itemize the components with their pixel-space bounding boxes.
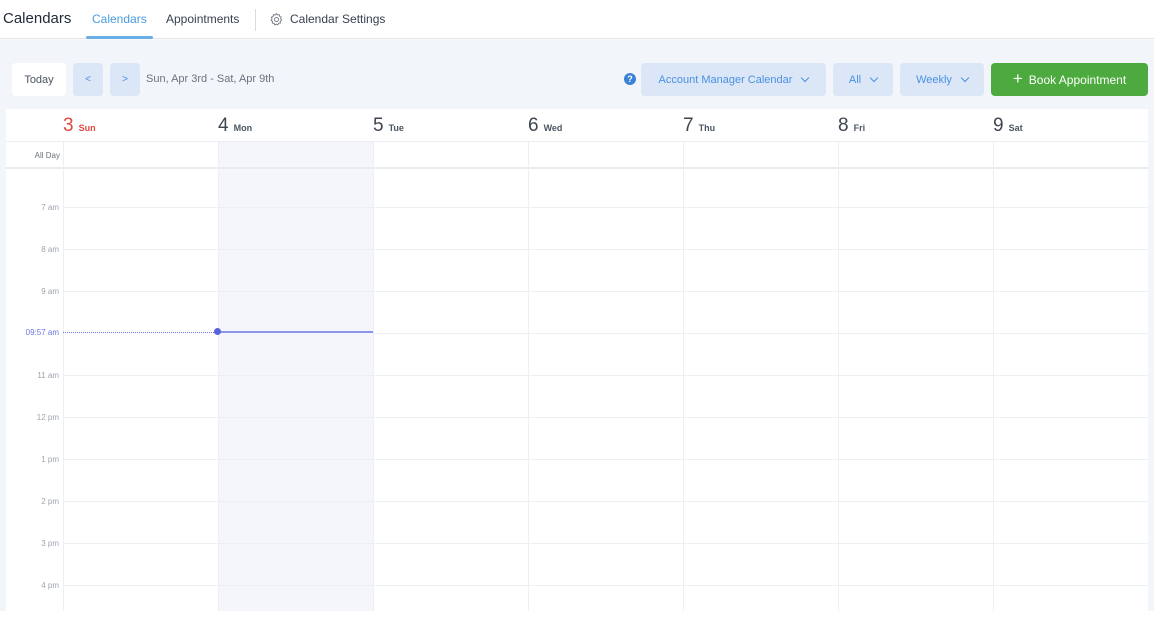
week-calendar-grid: 3 Sun 4 Mon 5 Tue 6 Wed 7 Thu 8 Fri 9 Sa… bbox=[6, 109, 1148, 611]
column-divider bbox=[838, 142, 839, 611]
all-day-row[interactable] bbox=[6, 142, 1148, 169]
hour-label: 8 am bbox=[41, 245, 59, 254]
view-select[interactable]: Weekly bbox=[900, 63, 984, 96]
chevron-down-icon bbox=[960, 73, 970, 83]
day-name: Fri bbox=[853, 123, 866, 133]
hour-gridline bbox=[63, 375, 1148, 376]
prev-week-button[interactable]: < bbox=[73, 63, 103, 96]
calendar-select[interactable]: Account Manager Calendar bbox=[641, 63, 826, 96]
day-header-row: 3 Sun 4 Mon 5 Tue 6 Wed 7 Thu 8 Fri 9 Sa… bbox=[6, 109, 1148, 142]
current-time-indicator bbox=[218, 331, 373, 333]
top-navigation-bar: Calendars Calendars Appointments Calenda… bbox=[0, 0, 1154, 39]
day-header-wed[interactable]: 6 Wed bbox=[528, 115, 562, 137]
calendar-settings-link[interactable]: Calendar Settings bbox=[290, 12, 385, 26]
day-number: 6 bbox=[528, 115, 539, 136]
hour-gridline bbox=[63, 249, 1148, 250]
hour-gridline bbox=[63, 417, 1148, 418]
hour-label: 1 pm bbox=[41, 455, 59, 464]
day-number: 7 bbox=[683, 115, 694, 136]
column-divider bbox=[528, 142, 529, 611]
date-range-label: Sun, Apr 3rd - Sat, Apr 9th bbox=[146, 73, 275, 85]
current-time-label: 09:57 am bbox=[25, 328, 59, 337]
day-number: 9 bbox=[993, 115, 1004, 136]
current-time-dot bbox=[214, 328, 221, 335]
plus-icon: + bbox=[1012, 69, 1023, 88]
hour-label: 3 pm bbox=[41, 539, 59, 548]
day-header-thu[interactable]: 7 Thu bbox=[683, 115, 715, 137]
column-divider bbox=[683, 142, 684, 611]
hour-gridline bbox=[63, 291, 1148, 292]
hour-label: 7 am bbox=[41, 203, 59, 212]
calendar-select-value: Account Manager Calendar bbox=[658, 73, 793, 86]
hour-label: 9 am bbox=[41, 287, 59, 296]
current-time-indicator-past bbox=[63, 332, 218, 333]
day-number: 5 bbox=[373, 115, 384, 136]
day-header-sat[interactable]: 9 Sat bbox=[993, 115, 1023, 137]
hour-gridline bbox=[373, 333, 1148, 334]
day-header-fri[interactable]: 8 Fri bbox=[838, 115, 865, 137]
hour-gridline bbox=[63, 585, 1148, 586]
hour-gridline bbox=[63, 459, 1148, 460]
day-number: 8 bbox=[838, 115, 849, 136]
hour-label: 11 am bbox=[37, 371, 59, 380]
filter-select-value: All bbox=[848, 73, 862, 86]
gear-icon[interactable] bbox=[269, 12, 284, 27]
column-divider bbox=[373, 142, 374, 611]
all-day-label: All Day bbox=[34, 151, 60, 160]
active-tab-indicator bbox=[86, 36, 153, 39]
day-name: Thu bbox=[698, 123, 716, 133]
current-day-column-highlight bbox=[218, 142, 373, 611]
day-name: Sun bbox=[78, 123, 96, 133]
hour-gridline bbox=[63, 543, 1148, 544]
hour-label: 4 pm bbox=[41, 581, 59, 590]
next-week-button[interactable]: > bbox=[110, 63, 140, 96]
chevron-down-icon bbox=[801, 73, 810, 83]
chevron-down-icon bbox=[869, 73, 879, 83]
day-name: Tue bbox=[388, 123, 404, 133]
tab-appointments[interactable]: Appointments bbox=[166, 12, 239, 26]
day-name: Wed bbox=[543, 123, 563, 133]
hour-gridline bbox=[63, 501, 1148, 502]
filter-select[interactable]: All bbox=[833, 63, 893, 96]
hour-gridline bbox=[63, 207, 1148, 208]
column-divider bbox=[218, 142, 219, 611]
column-divider bbox=[993, 142, 994, 611]
today-button[interactable]: Today bbox=[12, 63, 66, 96]
day-header-mon[interactable]: 4 Mon bbox=[218, 115, 252, 137]
tab-calendars[interactable]: Calendars bbox=[92, 12, 147, 26]
day-number: 4 bbox=[218, 115, 229, 136]
app-title: Calendars bbox=[3, 10, 72, 27]
day-header-tue[interactable]: 5 Tue bbox=[373, 115, 404, 137]
view-select-value: Weekly bbox=[916, 73, 952, 86]
day-name: Mon bbox=[233, 123, 253, 133]
book-appointment-button[interactable]: + Book Appointment bbox=[991, 63, 1148, 96]
nav-divider bbox=[255, 9, 256, 31]
day-name: Sat bbox=[1008, 123, 1023, 133]
day-header-sun[interactable]: 3 Sun bbox=[63, 115, 96, 137]
hour-label: 2 pm bbox=[41, 497, 59, 506]
question-circle-icon[interactable]: ? bbox=[624, 73, 636, 85]
day-number: 3 bbox=[63, 115, 74, 136]
column-divider bbox=[63, 142, 64, 611]
hour-label: 12 pm bbox=[36, 413, 59, 422]
book-appointment-label: Book Appointment bbox=[1028, 72, 1127, 87]
